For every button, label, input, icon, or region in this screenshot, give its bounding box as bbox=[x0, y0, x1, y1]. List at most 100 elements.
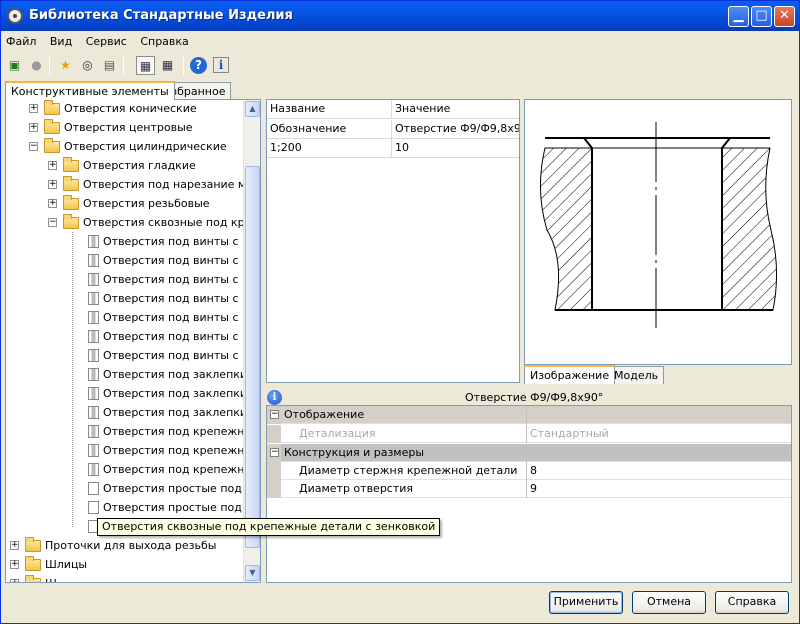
tree-item-label: Ш... bbox=[45, 574, 67, 582]
menu-view[interactable]: Вид bbox=[45, 33, 77, 50]
tree-item-label: Отверстия под винты с ... bbox=[103, 349, 253, 362]
table-view-icon[interactable]: ▦ bbox=[136, 56, 155, 75]
expand-icon[interactable]: + bbox=[10, 541, 19, 550]
menu-service[interactable]: Сервис bbox=[81, 33, 132, 50]
tree-leaf-item[interactable]: Отверстия под крепежн... bbox=[6, 460, 255, 479]
tree-leaf-item[interactable]: Отверстия под крепежн... bbox=[6, 422, 255, 441]
hole-element-icon bbox=[88, 254, 99, 267]
tree-folder-item[interactable]: + Ш... bbox=[6, 574, 244, 582]
star-icon[interactable]: ★ bbox=[56, 56, 75, 75]
property-group-display[interactable]: − Отображение bbox=[267, 406, 791, 424]
title-bar[interactable]: Библиотека Стандартные Изделия ▁ □ ✕ bbox=[1, 1, 799, 31]
help-button[interactable]: Справка bbox=[715, 591, 789, 614]
tree-leaf-item[interactable]: Отверстия под винты с ... bbox=[6, 308, 253, 327]
tree-leaf-item[interactable]: Отверстия простые под ... bbox=[6, 498, 256, 517]
table-row[interactable]: Обозначение Отверстие Ф9/Ф9,8х90° bbox=[267, 120, 519, 139]
tree-leaf-item[interactable]: Отверстия под винты с ... bbox=[6, 270, 253, 289]
tree-item-label: Отверстия под винты с ... bbox=[103, 311, 253, 324]
expand-icon[interactable]: + bbox=[10, 579, 19, 582]
tree-folder-item[interactable]: + Шлицы bbox=[6, 555, 244, 574]
tree-leaf-item[interactable]: Отверстия под заклепки... bbox=[6, 403, 258, 422]
property-grid[interactable]: − Отображение Детализация Стандартный − … bbox=[266, 405, 792, 583]
tree-item-label: Отверстия под заклепки... bbox=[103, 368, 258, 381]
folder-icon bbox=[44, 119, 60, 134]
grid-view-icon[interactable]: ▦ bbox=[158, 56, 177, 75]
tree-scrollbar[interactable]: ▲ ▼ bbox=[243, 100, 260, 582]
tree-leaf-item[interactable]: Отверстия под винты с ... bbox=[6, 346, 253, 365]
hole-element-icon bbox=[88, 444, 99, 457]
property-value bbox=[528, 406, 791, 424]
property-name: Диаметр отверстия bbox=[267, 480, 527, 498]
tree-item-label: Отверстия под винты с ... bbox=[103, 330, 253, 343]
stop-icon[interactable]: ● bbox=[27, 56, 46, 75]
property-row-hole-diameter[interactable]: Диаметр отверстия 9 bbox=[267, 480, 791, 498]
property-name: Диаметр стержня крепежной детали bbox=[267, 462, 527, 480]
tree-folder-item[interactable]: + Проточки для выхода резьбы bbox=[6, 536, 244, 555]
folder-icon bbox=[63, 176, 79, 191]
expand-icon[interactable]: + bbox=[29, 104, 38, 113]
hole-element-icon bbox=[88, 463, 99, 476]
help-icon[interactable]: ? bbox=[190, 57, 207, 74]
property-group-construction[interactable]: − Конструкция и размеры bbox=[267, 444, 791, 462]
tree-folder-item[interactable]: + Отверстия гладкие bbox=[6, 156, 244, 175]
scroll-down-button[interactable]: ▼ bbox=[245, 565, 260, 581]
close-button[interactable]: ✕ bbox=[774, 6, 795, 27]
tree-item-label: Отверстия резьбовые bbox=[83, 197, 210, 210]
collapse-icon[interactable]: − bbox=[48, 218, 57, 227]
column-header-name[interactable]: Название bbox=[267, 100, 392, 119]
tree-leaf-item[interactable]: Отверстия под винты с ... bbox=[6, 327, 253, 346]
menu-file[interactable]: Файл bbox=[1, 33, 41, 50]
expand-icon[interactable]: + bbox=[48, 180, 57, 189]
hole-element-icon bbox=[88, 292, 99, 305]
expand-icon[interactable]: + bbox=[48, 161, 57, 170]
tree-folder-item[interactable]: − Отверстия цилиндрические bbox=[6, 137, 244, 156]
tree-leaf-item[interactable]: Отверстия простые под ... bbox=[6, 479, 256, 498]
tree-leaf-item[interactable]: Отверстия под заклепки... bbox=[6, 384, 258, 403]
binoculars-icon[interactable]: ◎ bbox=[78, 56, 97, 75]
minimize-button[interactable]: ▁ bbox=[728, 6, 749, 27]
hole-element-icon bbox=[88, 387, 99, 400]
tree-leaf-item[interactable]: Отверстия под винты с ... bbox=[6, 232, 253, 251]
tree-folder-item[interactable]: + Отверстия конические bbox=[6, 100, 244, 118]
tree-leaf-item[interactable]: Отверстия под крепежн... bbox=[6, 441, 255, 460]
tree-leaf-item[interactable]: Отверстия под винты с ... bbox=[6, 289, 253, 308]
tree-item-label: Отверстия под нарезание м... bbox=[83, 178, 257, 191]
tree-folder-item[interactable]: + Отверстия центровые bbox=[6, 118, 244, 137]
toolbar: ▣ ● ★ ◎ ▤ ▦ ▦ ? i bbox=[3, 54, 799, 78]
column-header-value[interactable]: Значение bbox=[392, 100, 519, 119]
scroll-thumb[interactable] bbox=[245, 166, 260, 548]
cancel-button[interactable]: Отмена bbox=[632, 591, 706, 614]
tab-constructive-elements[interactable]: Конструктивные элементы bbox=[5, 81, 175, 100]
tree-leaf-item[interactable]: Отверстия под винты с ... bbox=[6, 251, 253, 270]
tab-image[interactable]: Изображение bbox=[524, 365, 616, 384]
close-icon: ✕ bbox=[779, 8, 790, 23]
expand-icon[interactable]: + bbox=[48, 199, 57, 208]
library-tree[interactable]: + Отверстия конические + Отверстия центровы… bbox=[5, 99, 261, 583]
maximize-button[interactable]: □ bbox=[751, 6, 772, 27]
property-value[interactable]: Стандартный bbox=[528, 425, 791, 443]
save-icon[interactable]: ▣ bbox=[5, 56, 24, 75]
expand-icon[interactable]: + bbox=[29, 123, 38, 132]
list-icon[interactable]: ▤ bbox=[100, 56, 119, 75]
property-row-rod-diameter[interactable]: Диаметр стержня крепежной детали 8 bbox=[267, 462, 791, 480]
expand-icon[interactable]: + bbox=[10, 560, 19, 569]
tab-model[interactable]: Модель bbox=[608, 366, 665, 384]
property-value[interactable]: 8 bbox=[528, 462, 791, 480]
property-row-detail[interactable]: Детализация Стандартный bbox=[267, 425, 791, 443]
property-value[interactable]: 9 bbox=[528, 480, 791, 498]
parameter-table[interactable]: Название Значение Обозначение Отверстие … bbox=[266, 99, 520, 383]
tree-folder-item[interactable]: + Отверстия под нарезание м... bbox=[6, 175, 257, 194]
tree-leaf-item[interactable]: Отверстия под заклепки... bbox=[6, 365, 258, 384]
tree-item-label: Отверстия под винты с ... bbox=[103, 235, 253, 248]
info-icon[interactable]: i bbox=[213, 57, 229, 73]
tree-folder-item[interactable]: − Отверстия сквозные под кре... bbox=[6, 213, 260, 232]
tree-item-label: Отверстия простые под ... bbox=[103, 482, 256, 495]
table-row[interactable]: 1;200 10 bbox=[267, 139, 519, 158]
collapse-icon[interactable]: − bbox=[29, 142, 38, 151]
scroll-up-button[interactable]: ▲ bbox=[245, 101, 260, 117]
tree-folder-item[interactable]: + Отверстия резьбовые bbox=[6, 194, 244, 213]
property-value bbox=[528, 444, 791, 462]
menu-help[interactable]: Справка bbox=[135, 33, 193, 50]
apply-button[interactable]: Применить bbox=[549, 591, 623, 614]
tree-item-label: Отверстия сквозные под кре... bbox=[83, 216, 261, 229]
